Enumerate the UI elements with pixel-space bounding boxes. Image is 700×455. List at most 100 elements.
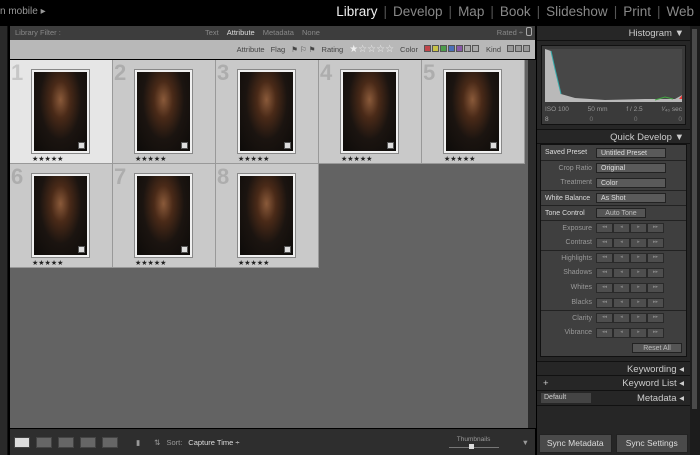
star-rating[interactable]: ★★★★★ <box>444 155 475 163</box>
increase-large-button[interactable]: ▸▸ <box>647 313 664 323</box>
flag-icons[interactable]: ⚑ ⚐ ⚑ <box>291 45 315 54</box>
grid-cell[interactable]: 2 ★★★★★ <box>113 60 216 164</box>
decrease-button[interactable]: ◂ <box>613 327 630 338</box>
color-swatch[interactable] <box>423 45 431 52</box>
grid-cell[interactable]: 4 ★★★★★ <box>319 60 422 164</box>
grid-cell[interactable]: 1 ★★★★★ <box>10 60 113 164</box>
auto-tone-button[interactable]: Auto Tone <box>596 208 646 218</box>
identity-plate[interactable]: n mobile ▸ <box>0 6 46 17</box>
star-rating[interactable]: ★★★★★ <box>135 155 166 163</box>
sort-direction-icon[interactable]: ⇅ <box>154 438 160 447</box>
module-library[interactable]: Library <box>336 4 377 19</box>
decrease-button[interactable]: ◂ <box>613 313 630 323</box>
metadata-header[interactable]: Default Metadata ◂ <box>537 391 690 406</box>
edited-badge-icon[interactable] <box>387 142 394 149</box>
photo-thumbnail[interactable] <box>134 173 193 258</box>
grid-cell[interactable]: 6 ★★★★★ <box>10 164 113 268</box>
crop-ratio-select[interactable]: Original <box>596 163 666 173</box>
increase-button[interactable]: ▸ <box>630 282 647 293</box>
module-print[interactable]: Print <box>623 4 651 19</box>
decrease-large-button[interactable]: ◂◂ <box>596 282 613 293</box>
grid-cell[interactable]: 8 ★★★★★ <box>216 164 319 268</box>
left-panel-collapsed[interactable] <box>0 26 8 455</box>
quick-develop-header[interactable]: Quick Develop ▼ <box>537 129 690 144</box>
compare-view-button[interactable] <box>58 436 74 448</box>
kind-icons[interactable] <box>507 45 531 54</box>
star-rating[interactable]: ★★★★★ <box>32 259 63 267</box>
decrease-button[interactable]: ◂ <box>613 253 630 263</box>
color-swatch[interactable] <box>431 45 439 52</box>
thumbnails-slider[interactable]: Thumbnails <box>444 436 504 449</box>
add-icon[interactable]: + <box>543 376 549 390</box>
lock-icon[interactable] <box>526 27 532 36</box>
star-rating[interactable]: ★★★★★ <box>32 155 63 163</box>
histogram-header[interactable]: Histogram ▼ <box>537 26 690 41</box>
increase-large-button[interactable]: ▸▸ <box>647 267 664 278</box>
treatment-select[interactable]: Color <box>596 177 666 188</box>
increase-large-button[interactable]: ▸▸ <box>647 223 664 233</box>
decrease-large-button[interactable]: ◂◂ <box>596 253 613 263</box>
filter-preset-select[interactable]: Rated ÷ <box>497 28 523 37</box>
increase-large-button[interactable]: ▸▸ <box>647 253 664 263</box>
color-swatch[interactable] <box>455 45 463 52</box>
rating-filter-stars[interactable]: ★☆☆☆☆ <box>349 44 394 55</box>
edited-badge-icon[interactable] <box>181 142 188 149</box>
increase-button[interactable]: ▸ <box>630 237 647 248</box>
color-swatch[interactable] <box>463 45 471 52</box>
metadata-preset-select[interactable]: Default <box>541 393 591 403</box>
star-rating[interactable]: ★★★★★ <box>341 155 372 163</box>
increase-large-button[interactable]: ▸▸ <box>647 237 664 248</box>
color-swatches[interactable] <box>423 45 480 54</box>
right-panel-scrollbar[interactable] <box>690 26 700 455</box>
increase-button[interactable]: ▸ <box>630 253 647 263</box>
color-swatch[interactable] <box>439 45 447 52</box>
loupe-view-button[interactable] <box>36 436 52 448</box>
grid-cell[interactable]: 3 ★★★★★ <box>216 60 319 164</box>
decrease-large-button[interactable]: ◂◂ <box>596 313 613 323</box>
photo-thumbnail[interactable] <box>237 173 296 258</box>
decrease-button[interactable]: ◂ <box>613 297 630 308</box>
keyword-list-header[interactable]: + Keyword List ◂ <box>537 376 690 391</box>
photo-thumbnail[interactable] <box>340 69 399 154</box>
increase-button[interactable]: ▸ <box>630 223 647 233</box>
toolbar-menu-icon[interactable]: ▼ <box>522 438 529 447</box>
grid-cell[interactable]: 7 ★★★★★ <box>113 164 216 268</box>
star-rating[interactable]: ★★★★★ <box>238 259 269 267</box>
keywording-header[interactable]: Keywording ◂ <box>537 361 690 376</box>
decrease-large-button[interactable]: ◂◂ <box>596 223 613 233</box>
sort-select[interactable]: Capture Time ÷ <box>188 438 239 447</box>
decrease-large-button[interactable]: ◂◂ <box>596 327 613 338</box>
filter-tab-metadata[interactable]: Metadata <box>263 28 294 37</box>
module-develop[interactable]: Develop <box>393 4 443 19</box>
survey-view-button[interactable] <box>80 436 96 448</box>
edited-badge-icon[interactable] <box>78 142 85 149</box>
color-swatch[interactable] <box>447 45 455 52</box>
people-view-button[interactable] <box>102 436 118 448</box>
saved-preset-select[interactable]: Untitled Preset <box>596 147 666 158</box>
reset-all-button[interactable]: Reset All <box>632 343 682 353</box>
increase-button[interactable]: ▸ <box>630 267 647 278</box>
grid-view-button[interactable] <box>14 436 30 448</box>
star-rating[interactable]: ★★★★★ <box>135 259 166 267</box>
grid-scrollbar[interactable] <box>528 60 536 428</box>
decrease-large-button[interactable]: ◂◂ <box>596 297 613 308</box>
filter-tab-text[interactable]: Text <box>205 28 219 37</box>
filter-tab-none[interactable]: None <box>302 28 320 37</box>
photo-thumbnail[interactable] <box>31 69 90 154</box>
decrease-button[interactable]: ◂ <box>613 282 630 293</box>
photo-thumbnail[interactable] <box>31 173 90 258</box>
module-map[interactable]: Map <box>458 4 484 19</box>
increase-large-button[interactable]: ▸▸ <box>647 297 664 308</box>
module-web[interactable]: Web <box>666 4 694 19</box>
edited-badge-icon[interactable] <box>284 142 291 149</box>
decrease-large-button[interactable]: ◂◂ <box>596 267 613 278</box>
edited-badge-icon[interactable] <box>284 246 291 253</box>
increase-large-button[interactable]: ▸▸ <box>647 282 664 293</box>
photo-thumbnail[interactable] <box>134 69 193 154</box>
painter-icon[interactable]: ▮ <box>136 438 140 447</box>
sync-settings-button[interactable]: Sync Settings <box>615 434 688 453</box>
decrease-button[interactable]: ◂ <box>613 223 630 233</box>
module-book[interactable]: Book <box>500 4 531 19</box>
grid-cell[interactable]: 5 ★★★★★ <box>422 60 525 164</box>
increase-button[interactable]: ▸ <box>630 327 647 338</box>
